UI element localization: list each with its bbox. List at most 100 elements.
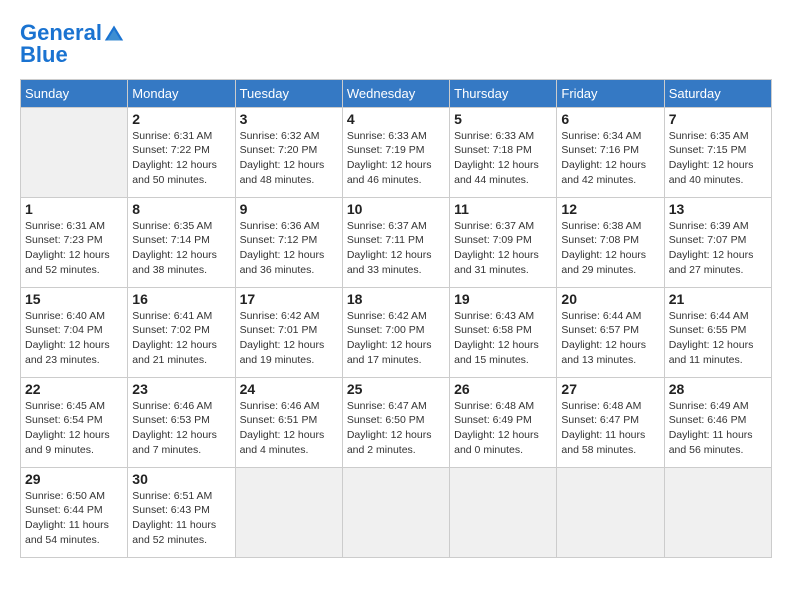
day-info: Sunrise: 6:50 AMSunset: 6:44 PMDaylight:…	[25, 489, 123, 548]
day-info: Sunrise: 6:35 AMSunset: 7:15 PMDaylight:…	[669, 129, 767, 188]
day-number: 23	[132, 381, 230, 397]
day-info: Sunrise: 6:49 AMSunset: 6:46 PMDaylight:…	[669, 399, 767, 458]
day-number: 2	[132, 111, 230, 127]
calendar-cell: 24 Sunrise: 6:46 AMSunset: 6:51 PMDayligh…	[235, 377, 342, 467]
day-info: Sunrise: 6:45 AMSunset: 6:54 PMDaylight:…	[25, 399, 123, 458]
day-info: Sunrise: 6:31 AMSunset: 7:23 PMDaylight:…	[25, 219, 123, 278]
day-info: Sunrise: 6:46 AMSunset: 6:53 PMDaylight:…	[132, 399, 230, 458]
calendar-cell: 20 Sunrise: 6:44 AMSunset: 6:57 PMDayligh…	[557, 287, 664, 377]
day-info: Sunrise: 6:51 AMSunset: 6:43 PMDaylight:…	[132, 489, 230, 548]
day-number: 5	[454, 111, 552, 127]
calendar-cell: 17Sunrise: 6:42 AMSunset: 7:01 PMDayligh…	[235, 287, 342, 377]
day-info: Sunrise: 6:37 AMSunset: 7:11 PMDaylight:…	[347, 219, 445, 278]
day-number: 16	[132, 291, 230, 307]
day-number: 22	[25, 381, 123, 397]
day-number: 19	[454, 291, 552, 307]
calendar-cell	[342, 467, 449, 557]
calendar-cell: 5 Sunrise: 6:33 AMSunset: 7:18 PMDaylight…	[450, 107, 557, 197]
day-info: Sunrise: 6:38 AMSunset: 7:08 PMDaylight:…	[561, 219, 659, 278]
calendar-cell: 26 Sunrise: 6:48 AMSunset: 6:49 PMDayligh…	[450, 377, 557, 467]
day-number: 9	[240, 201, 338, 217]
day-info: Sunrise: 6:32 AMSunset: 7:20 PMDaylight:…	[240, 129, 338, 188]
calendar-cell: 1 Sunrise: 6:31 AMSunset: 7:23 PMDaylight…	[21, 197, 128, 287]
calendar-cell: 13 Sunrise: 6:39 AMSunset: 7:07 PMDayligh…	[664, 197, 771, 287]
day-number: 12	[561, 201, 659, 217]
day-number: 20	[561, 291, 659, 307]
calendar-cell: 12 Sunrise: 6:38 AMSunset: 7:08 PMDayligh…	[557, 197, 664, 287]
day-info: Sunrise: 6:33 AMSunset: 7:19 PMDaylight:…	[347, 129, 445, 188]
calendar-cell	[557, 467, 664, 557]
day-info: Sunrise: 6:37 AMSunset: 7:09 PMDaylight:…	[454, 219, 552, 278]
calendar-cell: 10 Sunrise: 6:37 AMSunset: 7:11 PMDayligh…	[342, 197, 449, 287]
calendar-week-4: 29 Sunrise: 6:50 AMSunset: 6:44 PMDayligh…	[21, 467, 772, 557]
day-number: 26	[454, 381, 552, 397]
calendar-cell: 19 Sunrise: 6:43 AMSunset: 6:58 PMDayligh…	[450, 287, 557, 377]
calendar-cell: 22 Sunrise: 6:45 AMSunset: 6:54 PMDayligh…	[21, 377, 128, 467]
day-number: 25	[347, 381, 445, 397]
page-header: General Blue	[20, 20, 772, 69]
day-number: 30	[132, 471, 230, 487]
calendar-cell: 16Sunrise: 6:41 AMSunset: 7:02 PMDayligh…	[128, 287, 235, 377]
day-info: Sunrise: 6:35 AMSunset: 7:14 PMDaylight:…	[132, 219, 230, 278]
day-number: 29	[25, 471, 123, 487]
day-info: Sunrise: 6:33 AMSunset: 7:18 PMDaylight:…	[454, 129, 552, 188]
day-info: Sunrise: 6:42 AMSunset: 7:01 PMDaylight:…	[240, 309, 338, 368]
day-info: Sunrise: 6:44 AMSunset: 6:57 PMDaylight:…	[561, 309, 659, 368]
day-number: 13	[669, 201, 767, 217]
calendar-cell: 7 Sunrise: 6:35 AMSunset: 7:15 PMDaylight…	[664, 107, 771, 197]
day-info: Sunrise: 6:46 AMSunset: 6:51 PMDaylight:…	[240, 399, 338, 458]
calendar-week-1: 1 Sunrise: 6:31 AMSunset: 7:23 PMDaylight…	[21, 197, 772, 287]
day-info: Sunrise: 6:48 AMSunset: 6:49 PMDaylight:…	[454, 399, 552, 458]
weekday-header-tuesday: Tuesday	[235, 79, 342, 107]
calendar-cell: 15 Sunrise: 6:40 AMSunset: 7:04 PMDayligh…	[21, 287, 128, 377]
calendar-cell: 4 Sunrise: 6:33 AMSunset: 7:19 PMDaylight…	[342, 107, 449, 197]
weekday-header-monday: Monday	[128, 79, 235, 107]
day-info: Sunrise: 6:47 AMSunset: 6:50 PMDaylight:…	[347, 399, 445, 458]
calendar-cell: 11Sunrise: 6:37 AMSunset: 7:09 PMDayligh…	[450, 197, 557, 287]
calendar-cell: 28 Sunrise: 6:49 AMSunset: 6:46 PMDayligh…	[664, 377, 771, 467]
calendar-cell: 9 Sunrise: 6:36 AMSunset: 7:12 PMDaylight…	[235, 197, 342, 287]
calendar-cell: 30 Sunrise: 6:51 AMSunset: 6:43 PMDayligh…	[128, 467, 235, 557]
calendar-cell: 29 Sunrise: 6:50 AMSunset: 6:44 PMDayligh…	[21, 467, 128, 557]
day-number: 8	[132, 201, 230, 217]
calendar-cell	[664, 467, 771, 557]
day-number: 24	[240, 381, 338, 397]
day-info: Sunrise: 6:34 AMSunset: 7:16 PMDaylight:…	[561, 129, 659, 188]
calendar-cell	[235, 467, 342, 557]
day-info: Sunrise: 6:44 AMSunset: 6:55 PMDaylight:…	[669, 309, 767, 368]
logo: General Blue	[20, 20, 124, 69]
calendar-cell: 18 Sunrise: 6:42 AMSunset: 7:00 PMDayligh…	[342, 287, 449, 377]
day-info: Sunrise: 6:43 AMSunset: 6:58 PMDaylight:…	[454, 309, 552, 368]
day-number: 4	[347, 111, 445, 127]
day-info: Sunrise: 6:31 AMSunset: 7:22 PMDaylight:…	[132, 129, 230, 188]
calendar-cell: 8 Sunrise: 6:35 AMSunset: 7:14 PMDaylight…	[128, 197, 235, 287]
day-info: Sunrise: 6:36 AMSunset: 7:12 PMDaylight:…	[240, 219, 338, 278]
weekday-header-friday: Friday	[557, 79, 664, 107]
day-number: 7	[669, 111, 767, 127]
calendar-week-0: 2 Sunrise: 6:31 AMSunset: 7:22 PMDaylight…	[21, 107, 772, 197]
weekday-header-wednesday: Wednesday	[342, 79, 449, 107]
weekday-header-sunday: Sunday	[21, 79, 128, 107]
calendar-cell: 25 Sunrise: 6:47 AMSunset: 6:50 PMDayligh…	[342, 377, 449, 467]
day-number: 6	[561, 111, 659, 127]
calendar-cell: 23 Sunrise: 6:46 AMSunset: 6:53 PMDayligh…	[128, 377, 235, 467]
day-info: Sunrise: 6:42 AMSunset: 7:00 PMDaylight:…	[347, 309, 445, 368]
calendar-cell: 3 Sunrise: 6:32 AMSunset: 7:20 PMDaylight…	[235, 107, 342, 197]
day-number: 28	[669, 381, 767, 397]
weekday-header-saturday: Saturday	[664, 79, 771, 107]
calendar-cell: 6 Sunrise: 6:34 AMSunset: 7:16 PMDaylight…	[557, 107, 664, 197]
day-number: 10	[347, 201, 445, 217]
calendar-cell: 2 Sunrise: 6:31 AMSunset: 7:22 PMDaylight…	[128, 107, 235, 197]
calendar-table: SundayMondayTuesdayWednesdayThursdayFrid…	[20, 79, 772, 558]
day-info: Sunrise: 6:40 AMSunset: 7:04 PMDaylight:…	[25, 309, 123, 368]
day-number: 3	[240, 111, 338, 127]
day-number: 15	[25, 291, 123, 307]
calendar-cell	[21, 107, 128, 197]
day-info: Sunrise: 6:39 AMSunset: 7:07 PMDaylight:…	[669, 219, 767, 278]
day-number: 27	[561, 381, 659, 397]
calendar-cell: 27Sunrise: 6:48 AMSunset: 6:47 PMDayligh…	[557, 377, 664, 467]
calendar-week-3: 22 Sunrise: 6:45 AMSunset: 6:54 PMDayligh…	[21, 377, 772, 467]
calendar-cell: 21Sunrise: 6:44 AMSunset: 6:55 PMDayligh…	[664, 287, 771, 377]
day-number: 1	[25, 201, 123, 217]
day-number: 18	[347, 291, 445, 307]
